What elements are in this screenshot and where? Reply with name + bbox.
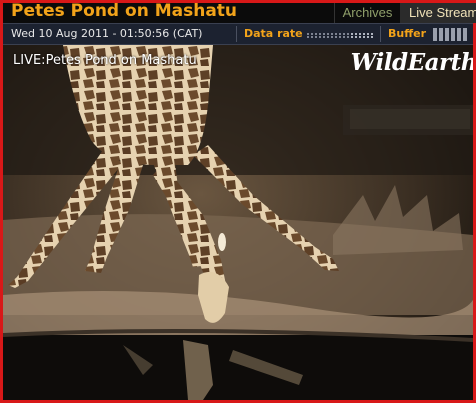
live-stream-label: LIVE:Petes Pond on Mashatu — [13, 53, 197, 68]
data-rate-dot — [371, 36, 373, 38]
data-rate-dot — [315, 33, 317, 35]
data-rate-dot — [319, 33, 321, 35]
data-rate-dot — [335, 33, 337, 35]
wildearth-logo: WildEarth — [350, 49, 473, 76]
divider — [380, 26, 381, 42]
buffer-bar — [445, 28, 449, 41]
data-rate-dot — [335, 36, 337, 38]
data-rate-dot — [367, 33, 369, 35]
buffer-bar — [463, 28, 467, 41]
data-rate-dot — [363, 36, 365, 38]
date-time-readout: Wed 10 Aug 2011 - 01:50:56 (CAT) — [11, 27, 203, 40]
data-rate-dot — [323, 36, 325, 38]
divider — [236, 26, 237, 42]
data-rate-dot — [355, 36, 357, 38]
data-rate-dot — [367, 36, 369, 38]
data-rate-dot — [311, 36, 313, 38]
video-frame-image — [3, 45, 473, 400]
data-rate-meter — [307, 33, 373, 38]
data-rate-dot — [351, 36, 353, 38]
data-rate-dot — [359, 36, 361, 38]
data-rate-dot — [359, 33, 361, 35]
data-rate-dot — [327, 33, 329, 35]
buffer-bar — [451, 28, 455, 41]
data-rate-dot — [307, 36, 309, 38]
data-rate-dot — [347, 33, 349, 35]
data-rate-dot — [347, 36, 349, 38]
data-rate-dot — [355, 33, 357, 35]
data-rate-dot — [319, 36, 321, 38]
data-rate-dot — [371, 33, 373, 35]
data-rate-dot — [351, 33, 353, 35]
data-rate-dot — [343, 36, 345, 38]
buffer-bar — [457, 28, 461, 41]
buffer-meter — [433, 28, 467, 41]
data-rate-dot — [311, 33, 313, 35]
buffer-label: Buffer — [388, 27, 427, 40]
info-bar: Wed 10 Aug 2011 - 01:50:56 (CAT) Data ra… — [3, 23, 473, 45]
buffer-bar — [439, 28, 443, 41]
live-video[interactable]: LIVE:Petes Pond on Mashatu WildEarth — [3, 45, 473, 400]
tab-archives[interactable]: Archives — [334, 3, 400, 23]
data-rate-dot — [327, 36, 329, 38]
data-rate-dot — [307, 33, 309, 35]
data-rate-dot — [331, 33, 333, 35]
tab-live-stream[interactable]: Live Stream — [400, 3, 476, 23]
data-rate-label: Data rate — [244, 27, 303, 40]
data-rate-dot — [315, 36, 317, 38]
data-rate-dot — [331, 36, 333, 38]
page-title: Petes Pond on Mashatu — [11, 1, 238, 21]
data-rate-dot — [339, 33, 341, 35]
data-rate-dot — [363, 33, 365, 35]
title-bar: Petes Pond on Mashatu Archives Live Stre… — [3, 1, 476, 23]
data-rate-dot — [323, 33, 325, 35]
data-rate-dot — [343, 33, 345, 35]
data-rate-dot — [339, 36, 341, 38]
buffer-bar — [433, 28, 437, 41]
